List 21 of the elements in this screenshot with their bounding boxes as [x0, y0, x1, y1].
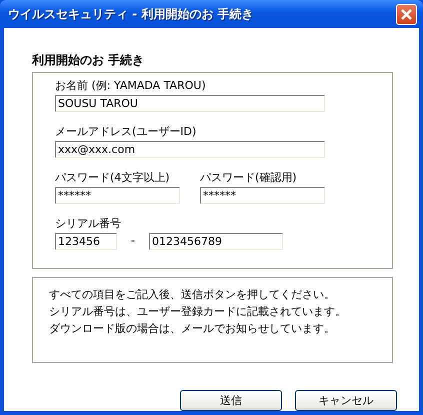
window-title: ウイルスセキュリティ - 利用開始のお 手続き	[8, 6, 254, 22]
input-field[interactable]: SOUSU TAROU	[55, 95, 325, 112]
field-label: お名前 (例: YAMADA TAROU)	[55, 79, 207, 93]
input-field[interactable]: 0123456789	[148, 233, 283, 250]
input-field[interactable]: xxx@xxx.com	[55, 141, 325, 158]
close-icon	[401, 8, 412, 20]
field-label: パスワード(確認用)	[200, 171, 298, 185]
section-heading: 利用開始のお 手続き	[32, 52, 146, 69]
password-field[interactable]: ******	[55, 187, 180, 204]
password-field[interactable]: ******	[200, 187, 325, 204]
info-text: ダウンロード版の場合は、メールでお知らせしています。	[49, 321, 336, 337]
dialog-button[interactable]: キャンセル	[295, 390, 397, 411]
input-field[interactable]: 123456	[55, 233, 117, 250]
field-label: メールアドレス(ユーザーID)	[55, 125, 198, 139]
field-label: パスワード(4文字以上)	[55, 171, 171, 185]
info-text: すべての項目をご記入後、送信ボタンを押してください。	[49, 287, 336, 303]
dialog-button[interactable]: 送信	[180, 390, 282, 411]
close-button[interactable]	[396, 4, 417, 24]
info-text: シリアル番号は、ユーザー登録カードに記載されています。	[49, 304, 347, 320]
separator-text: -	[130, 233, 136, 248]
field-label: シリアル番号	[55, 217, 122, 231]
